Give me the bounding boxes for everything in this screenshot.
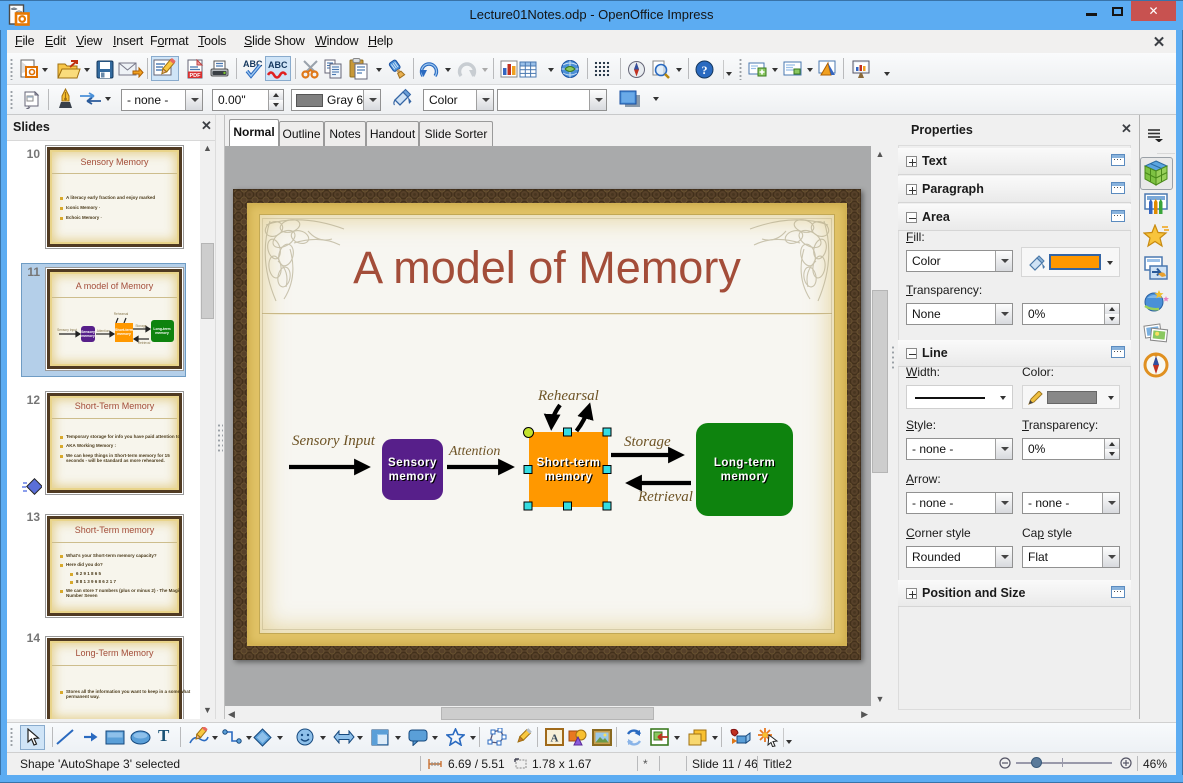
- svg-text:Sensory Input: Sensory Input: [57, 328, 77, 332]
- svg-text:Storage: Storage: [135, 324, 146, 328]
- svg-text:memory: memory: [81, 334, 95, 338]
- svg-text:Attention: Attention: [97, 329, 110, 333]
- svg-text:memory: memory: [155, 331, 169, 335]
- svg-text:memory: memory: [117, 332, 131, 336]
- svg-text:Rehearsal: Rehearsal: [114, 312, 129, 316]
- svg-text:Retrieval: Retrieval: [138, 341, 151, 345]
